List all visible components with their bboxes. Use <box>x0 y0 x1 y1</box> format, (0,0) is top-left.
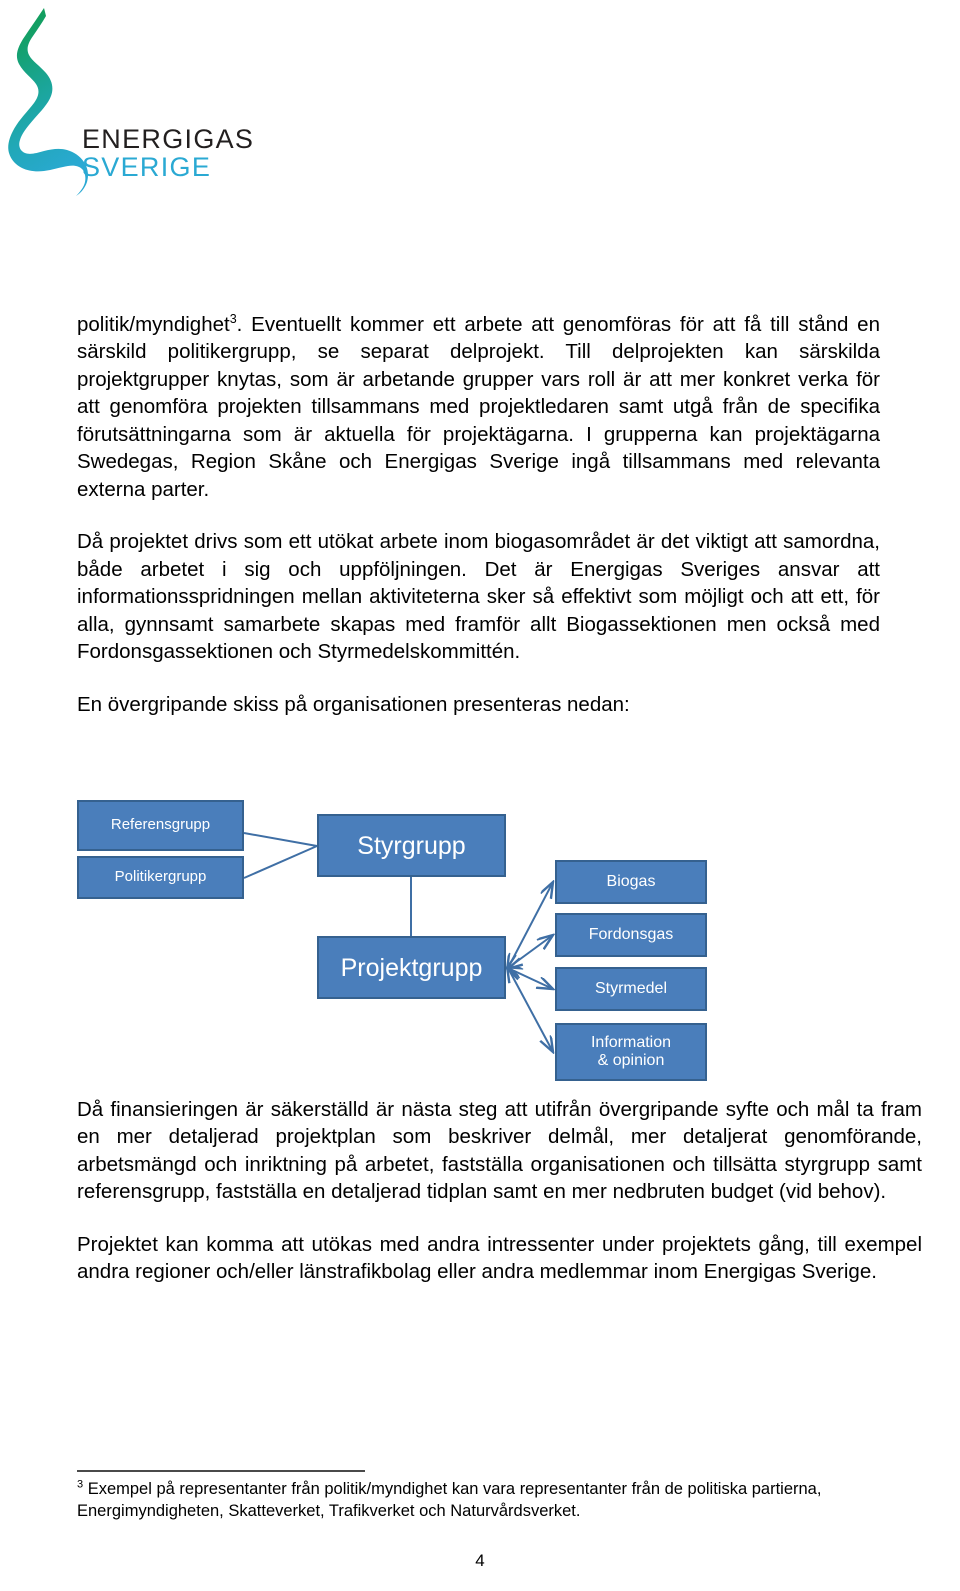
footnote-3-text: Exempel på representanter från politik/m… <box>77 1480 822 1520</box>
org-box-information-opinion[interactable]: Information & opinion <box>555 1023 707 1081</box>
org-box-label-referensgrupp: Referensgrupp <box>110 816 211 834</box>
org-box-label-styrmedel: Styrmedel <box>594 980 668 998</box>
org-box-politikergrupp[interactable]: Politikergrupp <box>77 856 244 899</box>
org-box-styrmedel[interactable]: Styrmedel <box>555 967 707 1011</box>
org-box-projektgrupp[interactable]: Projektgrupp <box>317 936 506 999</box>
paragraph-5: Projektet kan komma att utökas med andra… <box>77 1232 922 1284</box>
org-box-label-styrgrupp: Styrgrupp <box>357 831 466 860</box>
org-box-referensgrupp[interactable]: Referensgrupp <box>77 800 244 851</box>
document-body-lower: Då finansieringen är säkerställd är näst… <box>77 1096 922 1311</box>
paragraph-4: Då finansieringen är säkerställd är näst… <box>77 1098 922 1204</box>
paragraph-2: Då projektet drivs som ett utökat arbete… <box>77 530 880 664</box>
org-box-biogas[interactable]: Biogas <box>555 860 707 904</box>
paragraph-3: En övergripande skiss på organisationen … <box>77 692 630 716</box>
org-box-styrgrupp[interactable]: Styrgrupp <box>317 814 506 877</box>
paragraph-1: politik/myndighet3. Eventuellt kommer et… <box>77 311 880 503</box>
org-box-label-fordonsgas: Fordonsgas <box>588 926 674 944</box>
energigas-sverige-logo: ENERGIGAS SVERIGE <box>0 0 260 215</box>
footnote-separator-rule <box>77 1470 365 1472</box>
paragraph-1-rest: . Eventuellt kommer ett arbete att genom… <box>77 313 880 501</box>
paragraph-1-prefix: politik/myndighet <box>77 313 230 336</box>
footnote-reference-3: 3 <box>229 312 237 327</box>
org-box-label-projektgrupp: Projektgrupp <box>340 953 483 982</box>
org-box-label-politikergrupp: Politikergrupp <box>114 868 207 886</box>
document-body-upper: politik/myndighet3. Eventuellt kommer et… <box>77 311 880 743</box>
energigas-flame-mark <box>8 8 88 196</box>
page-number: 4 <box>475 1551 485 1570</box>
footnote-area: 3 Exempel på representanter från politik… <box>77 1470 897 1523</box>
footnote-3: 3 Exempel på representanter från politik… <box>77 1479 897 1523</box>
logo-wordmark: ENERGIGAS SVERIGE <box>82 124 257 182</box>
logo-text-sverige: SVERIGE <box>82 151 212 182</box>
org-box-label-information-opinion: Information & opinion <box>590 1034 672 1069</box>
logo-text-energigas: ENERGIGAS <box>82 124 255 154</box>
org-box-label-biogas: Biogas <box>606 873 656 891</box>
org-box-fordonsgas[interactable]: Fordonsgas <box>555 913 707 957</box>
organization-chart-connectors <box>243 832 960 1591</box>
